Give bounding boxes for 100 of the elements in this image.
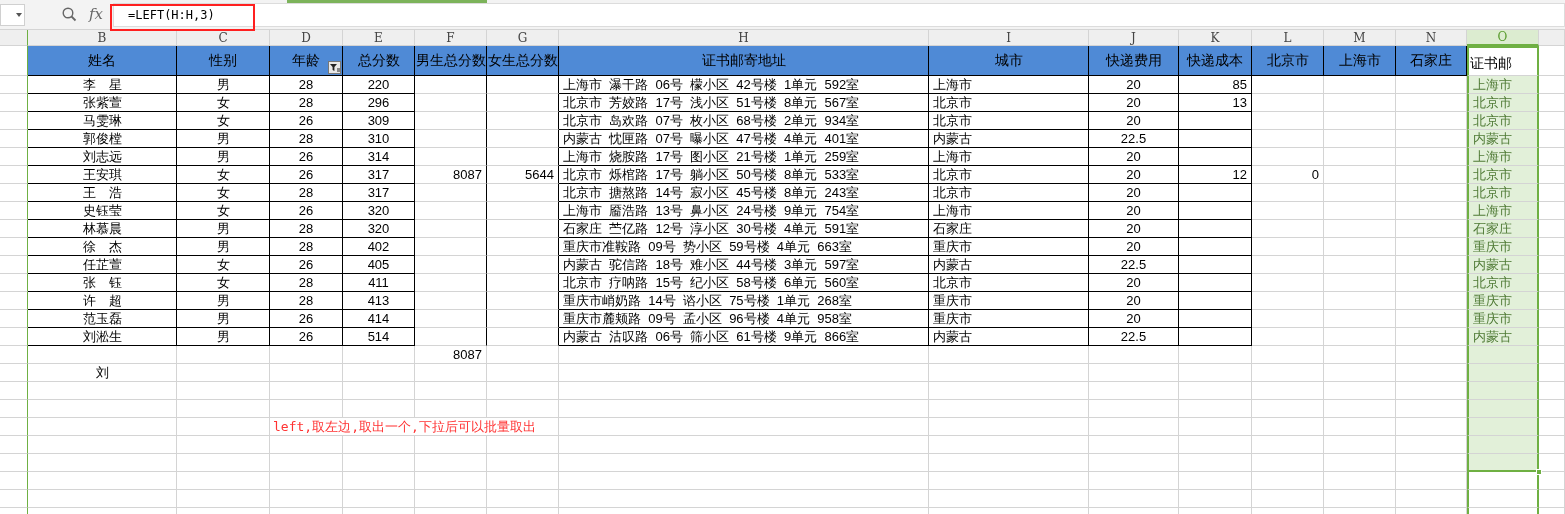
empty-cell — [415, 364, 487, 382]
empty-cell — [415, 328, 487, 346]
empty-cell — [487, 76, 559, 94]
empty-cell — [415, 220, 487, 238]
table-cell: 郭俊樘 — [28, 130, 177, 148]
empty-cell — [415, 274, 487, 292]
empty-cell — [487, 382, 559, 400]
table-cell: 北京市 — [1467, 184, 1539, 202]
table-cell: 28 — [270, 238, 343, 256]
column-header: 男生总分数 — [415, 46, 487, 76]
table-cell: 北京市 烁棺路 17号 躺小区 50号楼 8单元 533室 — [559, 166, 929, 184]
fx-label[interactable]: fx — [89, 3, 103, 26]
empty-cell — [1252, 346, 1324, 364]
empty-cell — [1324, 472, 1396, 490]
table-cell: 林慕晨 — [28, 220, 177, 238]
empty-cell — [415, 202, 487, 220]
table-cell: 男 — [177, 310, 270, 328]
empty-cell — [1324, 490, 1396, 508]
empty-cell — [1324, 184, 1396, 202]
table-cell: 28 — [270, 220, 343, 238]
empty-cell — [487, 256, 559, 274]
column-header: 年龄 — [270, 46, 343, 76]
empty-cell — [487, 274, 559, 292]
table-cell: 26 — [270, 112, 343, 130]
table-cell: 刘淞生 — [28, 328, 177, 346]
table-cell: 上海市 — [929, 148, 1089, 166]
table-cell: 北京市 岛欢路 07号 枚小区 68号楼 2单元 934室 — [559, 112, 929, 130]
table-cell: 22.5 — [1089, 256, 1179, 274]
empty-cell — [487, 364, 559, 382]
table-cell: 26 — [270, 328, 343, 346]
search-icon[interactable] — [62, 7, 77, 22]
header-cell: 证书邮 — [1467, 46, 1539, 76]
filter-icon[interactable] — [328, 61, 341, 74]
empty-cell — [487, 436, 559, 454]
table-cell: 北京市 — [1467, 166, 1539, 184]
empty-cell — [343, 454, 415, 472]
table-cell: 北京市 — [929, 166, 1089, 184]
empty-cell — [415, 382, 487, 400]
table-cell: 女 — [177, 256, 270, 274]
empty-cell — [1324, 220, 1396, 238]
table-cell: 男 — [177, 148, 270, 166]
table-cell: 北京市 芳姣路 17号 浅小区 51号楼 8单元 567室 — [559, 94, 929, 112]
table-cell: 范玉磊 — [28, 310, 177, 328]
table-cell: 北京市 — [929, 94, 1089, 112]
empty-cell — [0, 256, 28, 274]
table-cell: 13 — [1179, 94, 1252, 112]
table-cell: 内蒙古 忱匣路 07号 曝小区 47号楼 4单元 401室 — [559, 130, 929, 148]
empty-cell — [1539, 472, 1565, 490]
empty-cell — [1324, 382, 1396, 400]
empty-cell — [1467, 364, 1539, 382]
empty-cell — [1252, 436, 1324, 454]
table-cell: 李 星 — [28, 76, 177, 94]
formula-field[interactable]: =LEFT(H:H,3) — [113, 2, 1565, 27]
empty-cell — [343, 436, 415, 454]
empty-cell — [0, 220, 28, 238]
table-cell: 上海市 — [1467, 148, 1539, 166]
empty-cell — [1324, 346, 1396, 364]
empty-cell — [1324, 256, 1396, 274]
fill-handle[interactable] — [1536, 469, 1542, 475]
table-cell: 20 — [1089, 238, 1179, 256]
empty-cell — [0, 472, 28, 490]
empty-cell — [1467, 400, 1539, 418]
empty-cell — [487, 346, 559, 364]
table-cell: 北京市 — [929, 274, 1089, 292]
empty-cell — [0, 238, 28, 256]
empty-cell — [487, 490, 559, 508]
empty-cell — [1252, 490, 1324, 508]
table-cell: 内蒙古 驼信路 18号 难小区 44号楼 3单元 597室 — [559, 256, 929, 274]
table-cell: 12 — [1179, 166, 1252, 184]
table-cell: 20 — [1089, 112, 1179, 130]
column-header: 女生总分数 — [487, 46, 559, 76]
table-cell: 重庆市 — [1467, 310, 1539, 328]
table-cell: 男 — [177, 220, 270, 238]
empty-cell — [415, 184, 487, 202]
empty-cell — [415, 76, 487, 94]
table-cell: 26 — [270, 256, 343, 274]
table-cell: 上海市 烧胺路 17号 图小区 21号楼 1单元 259室 — [559, 148, 929, 166]
column-header: 石家庄 — [1396, 46, 1467, 76]
empty-cell — [1252, 472, 1324, 490]
empty-cell — [1324, 130, 1396, 148]
empty-cell — [415, 292, 487, 310]
table-cell: 任芷萱 — [28, 256, 177, 274]
empty-cell — [0, 346, 28, 364]
table-cell: 女 — [177, 184, 270, 202]
table-cell: 413 — [343, 292, 415, 310]
empty-cell — [1252, 328, 1324, 346]
empty-cell — [415, 490, 487, 508]
empty-cell — [1324, 76, 1396, 94]
table-cell: 刘 — [28, 364, 177, 382]
empty-cell — [1396, 472, 1467, 490]
column-header: 北京市 — [1252, 46, 1324, 76]
empty-cell — [1324, 238, 1396, 256]
table-cell: 北京市 — [1467, 274, 1539, 292]
empty-cell — [343, 346, 415, 364]
empty-cell — [415, 400, 487, 418]
empty-cell — [1324, 418, 1396, 436]
table-cell: 0 — [1252, 166, 1324, 184]
empty-cell — [0, 490, 28, 508]
empty-cell — [1252, 76, 1324, 94]
table-cell: 北京市 疗呐路 15号 纪小区 58号楼 6单元 560室 — [559, 274, 929, 292]
